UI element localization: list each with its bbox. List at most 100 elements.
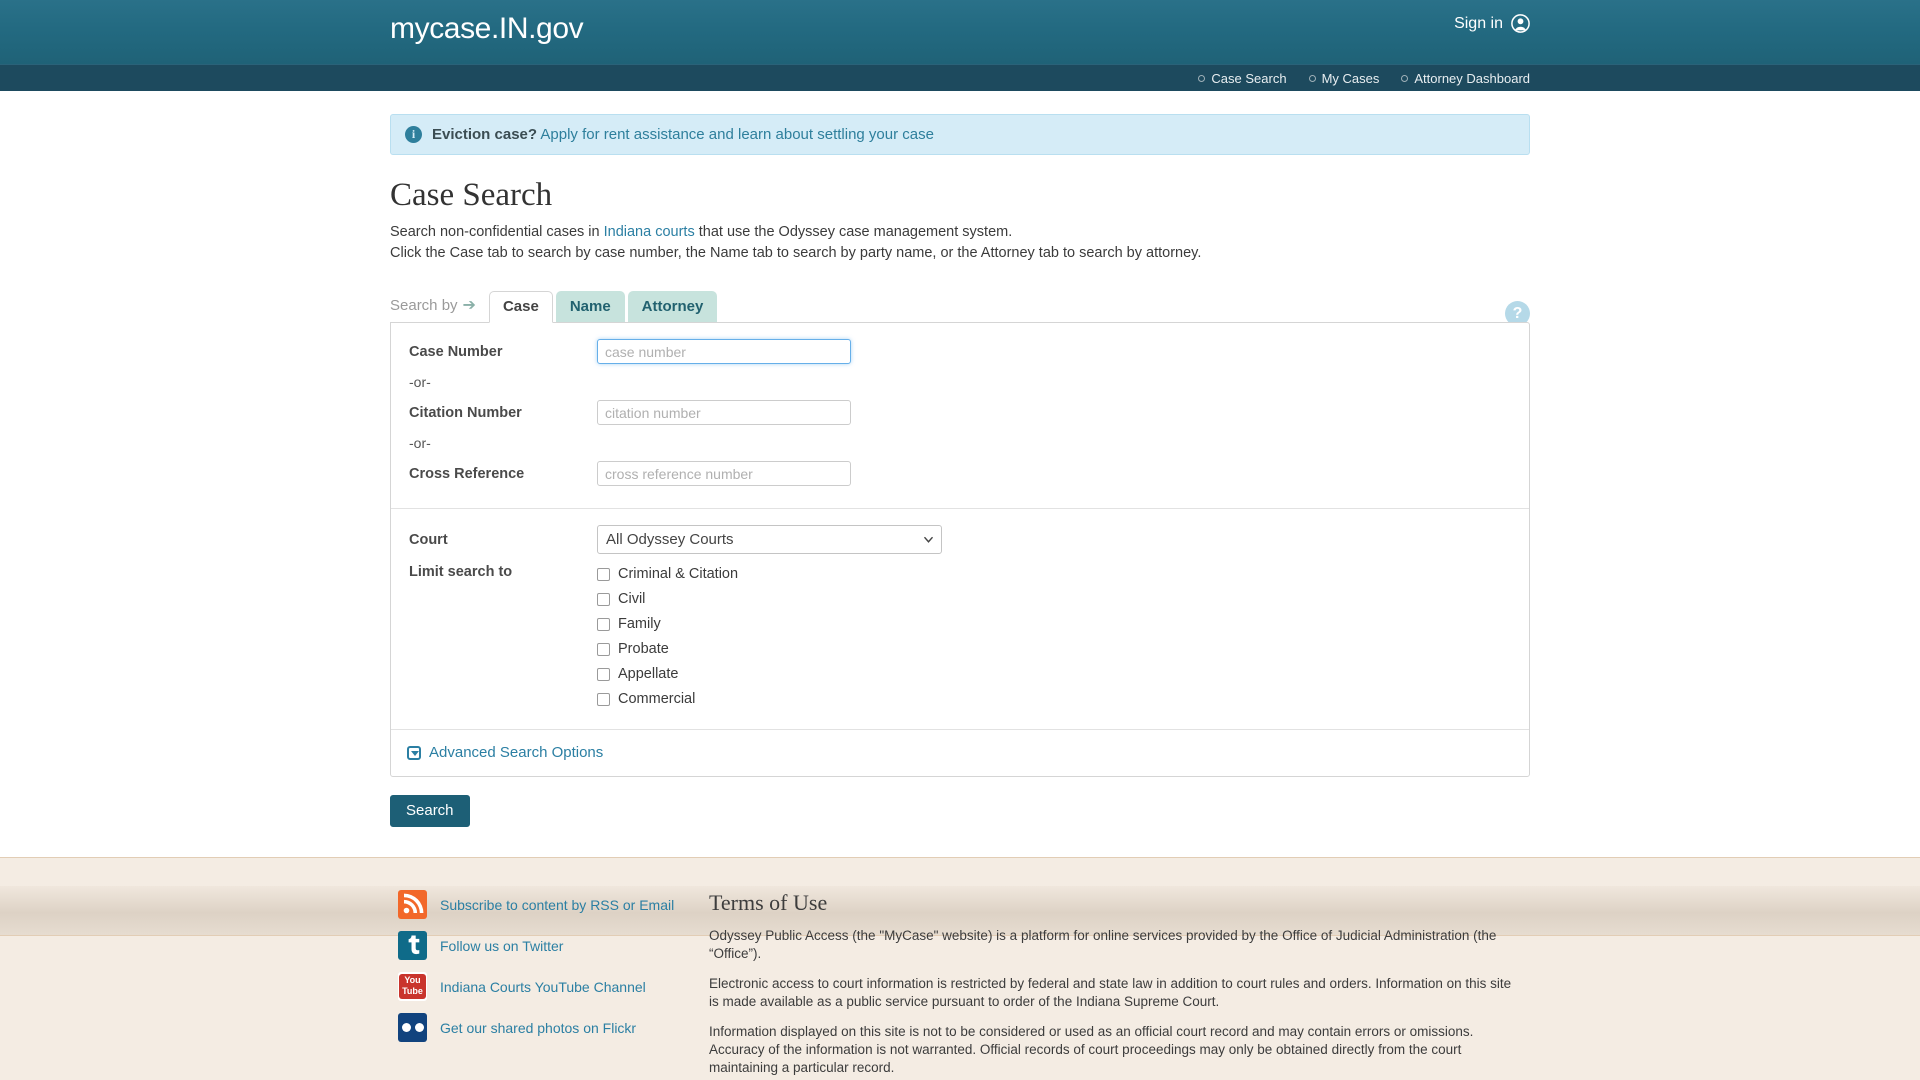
footer-social-links: Subscribe to content by RSS or Email Fol…	[390, 890, 685, 1080]
terms-title: Terms of Use	[709, 890, 828, 916]
nav-item-attorney-dashboard[interactable]: Attorney Dashboard	[1401, 71, 1530, 86]
citation-number-label: Citation Number	[409, 404, 522, 421]
checkbox-label: Probate	[618, 641, 669, 658]
advanced-search-link[interactable]: Advanced Search Options	[429, 744, 603, 761]
checkbox-label: Criminal & Citation	[618, 566, 739, 583]
checkbox-appellate[interactable]: Appellate	[597, 666, 738, 682]
social-link-flickr[interactable]: Get our shared photos on Flickr	[398, 1013, 685, 1043]
checkbox-civil[interactable]: Civil	[597, 591, 738, 607]
checkbox-commercial[interactable]: Commercial	[597, 691, 738, 707]
tabs-label-text: Search by	[390, 296, 458, 314]
header-inner: mycase.IN.gov Sign in	[390, 0, 1530, 64]
cross-reference-input[interactable]	[597, 461, 851, 487]
citation-number-row: Citation Number	[407, 400, 1513, 426]
tabs-label: Search by ➔	[390, 295, 489, 322]
tab-name[interactable]: Name	[555, 291, 625, 323]
or-separator-2: -or-	[409, 435, 431, 452]
site-logo[interactable]: mycase.IN.gov	[390, 6, 584, 52]
primary-nav: Case Search My Cases Attorney Dashboard	[0, 64, 1920, 91]
limit-search-row: Limit search to Criminal & Citation Civi…	[407, 564, 1513, 707]
checkbox-label: Civil	[618, 591, 646, 608]
citation-number-input[interactable]	[597, 400, 851, 426]
footer-terms: Terms of Use Odyssey Public Access (the …	[685, 890, 1530, 1080]
cross-reference-label: Cross Reference	[409, 465, 525, 482]
eviction-alert-banner: i Eviction case? Apply for rent assistan…	[390, 114, 1530, 155]
social-link-youtube[interactable]: You Tube Indiana Courts YouTube Channel	[398, 972, 685, 1002]
filters-section: Court All Odyssey Courts Limit search to…	[391, 509, 1529, 729]
user-circle-icon	[1511, 14, 1530, 33]
site-footer: Subscribe to content by RSS or Email Fol…	[0, 857, 1920, 1080]
page-title: Case Search	[390, 177, 553, 213]
checkbox-box-icon[interactable]	[597, 667, 610, 681]
alert-link[interactable]: Apply for rent assistance and learn abou…	[540, 126, 934, 143]
nav-inner: Case Search My Cases Attorney Dashboard	[390, 65, 1530, 92]
checkbox-criminal-citation[interactable]: Criminal & Citation	[597, 566, 738, 582]
youtube-top-text: You	[404, 975, 421, 986]
bullet-icon	[1401, 75, 1409, 82]
advanced-search-row[interactable]: Advanced Search Options	[391, 730, 1529, 776]
arrow-right-icon: ➔	[462, 297, 476, 315]
identifier-section: Case Number -or- Citation Number -or- Cr…	[391, 323, 1529, 508]
social-link-rss[interactable]: Subscribe to content by RSS or Email	[398, 890, 685, 920]
desc-line1-post: that use the Odyssey case management sys…	[694, 224, 1013, 241]
court-select[interactable]: All Odyssey Courts	[597, 525, 942, 555]
case-number-row: Case Number	[407, 339, 1513, 365]
youtube-box: You Tube	[399, 974, 426, 1000]
desc-line1-pre: Search non-confidential cases in	[390, 224, 604, 241]
nav-item-case-search[interactable]: Case Search	[1198, 71, 1287, 86]
search-button[interactable]: Search	[390, 795, 470, 828]
case-type-checkbox-list: Criminal & Citation Civil Family Probate	[597, 564, 738, 707]
youtube-bottom-text: Tube	[402, 986, 423, 997]
tab-attorney[interactable]: Attorney	[627, 291, 718, 323]
social-link-twitter[interactable]: Follow us on Twitter	[398, 931, 685, 961]
youtube-icon: You Tube	[398, 972, 427, 1002]
bullet-icon	[1198, 75, 1206, 82]
search-form-panel: Case Number -or- Citation Number -or- Cr…	[390, 322, 1530, 778]
case-number-input[interactable]	[597, 339, 851, 365]
sign-in-button[interactable]: Sign in	[1454, 14, 1530, 33]
search-tabs: Search by ➔ Case Name Attorney	[390, 290, 1530, 324]
rss-icon	[398, 890, 427, 920]
cross-reference-row: Cross Reference	[407, 461, 1513, 487]
checkbox-family[interactable]: Family	[597, 616, 738, 632]
checkbox-probate[interactable]: Probate	[597, 641, 738, 657]
flickr-dot-left	[401, 1023, 411, 1033]
expand-box-icon	[407, 745, 421, 760]
social-link-label[interactable]: Get our shared photos on Flickr	[440, 1020, 636, 1036]
main-content: i Eviction case? Apply for rent assistan…	[390, 91, 1530, 857]
terms-paragraph-2: Electronic access to court information i…	[709, 976, 1512, 1010]
social-link-label[interactable]: Indiana Courts YouTube Channel	[440, 979, 646, 995]
nav-item-label: My Cases	[1321, 71, 1380, 86]
flickr-dot-right	[414, 1023, 424, 1033]
nav-item-label: Attorney Dashboard	[1414, 71, 1530, 86]
social-link-label[interactable]: Follow us on Twitter	[440, 938, 563, 954]
nav-item-my-cases[interactable]: My Cases	[1308, 71, 1380, 86]
indiana-courts-link[interactable]: Indiana courts	[604, 224, 695, 240]
limit-search-label: Limit search to	[409, 564, 513, 581]
page-description: Search non-confidential cases in Indiana…	[390, 222, 1530, 264]
court-select-wrap: All Odyssey Courts	[597, 525, 942, 555]
site-header: mycase.IN.gov Sign in	[0, 0, 1920, 64]
checkbox-label: Appellate	[618, 666, 679, 683]
checkbox-box-icon[interactable]	[597, 617, 610, 631]
checkbox-label: Family	[618, 616, 661, 633]
info-icon: i	[405, 126, 422, 143]
alert-strong-text: Eviction case?	[432, 126, 538, 143]
checkbox-label: Commercial	[618, 691, 696, 708]
tab-case[interactable]: Case	[488, 291, 553, 324]
checkbox-box-icon[interactable]	[597, 567, 610, 581]
twitter-icon	[398, 931, 427, 961]
sign-in-label: Sign in	[1454, 14, 1503, 32]
court-label: Court	[409, 531, 448, 548]
desc-line2: Click the Case tab to search by case num…	[390, 245, 1202, 262]
bullet-icon	[1308, 75, 1316, 82]
checkbox-box-icon[interactable]	[597, 592, 610, 606]
flickr-icon	[398, 1013, 427, 1043]
checkbox-box-icon[interactable]	[597, 692, 610, 706]
court-row: Court All Odyssey Courts	[407, 525, 1513, 555]
terms-paragraph-3: Information displayed on this site is no…	[709, 1024, 1474, 1076]
social-link-label[interactable]: Subscribe to content by RSS or Email	[440, 897, 674, 913]
terms-paragraph-1: Odyssey Public Access (the "MyCase" webs…	[709, 928, 1497, 962]
checkbox-box-icon[interactable]	[597, 642, 610, 656]
